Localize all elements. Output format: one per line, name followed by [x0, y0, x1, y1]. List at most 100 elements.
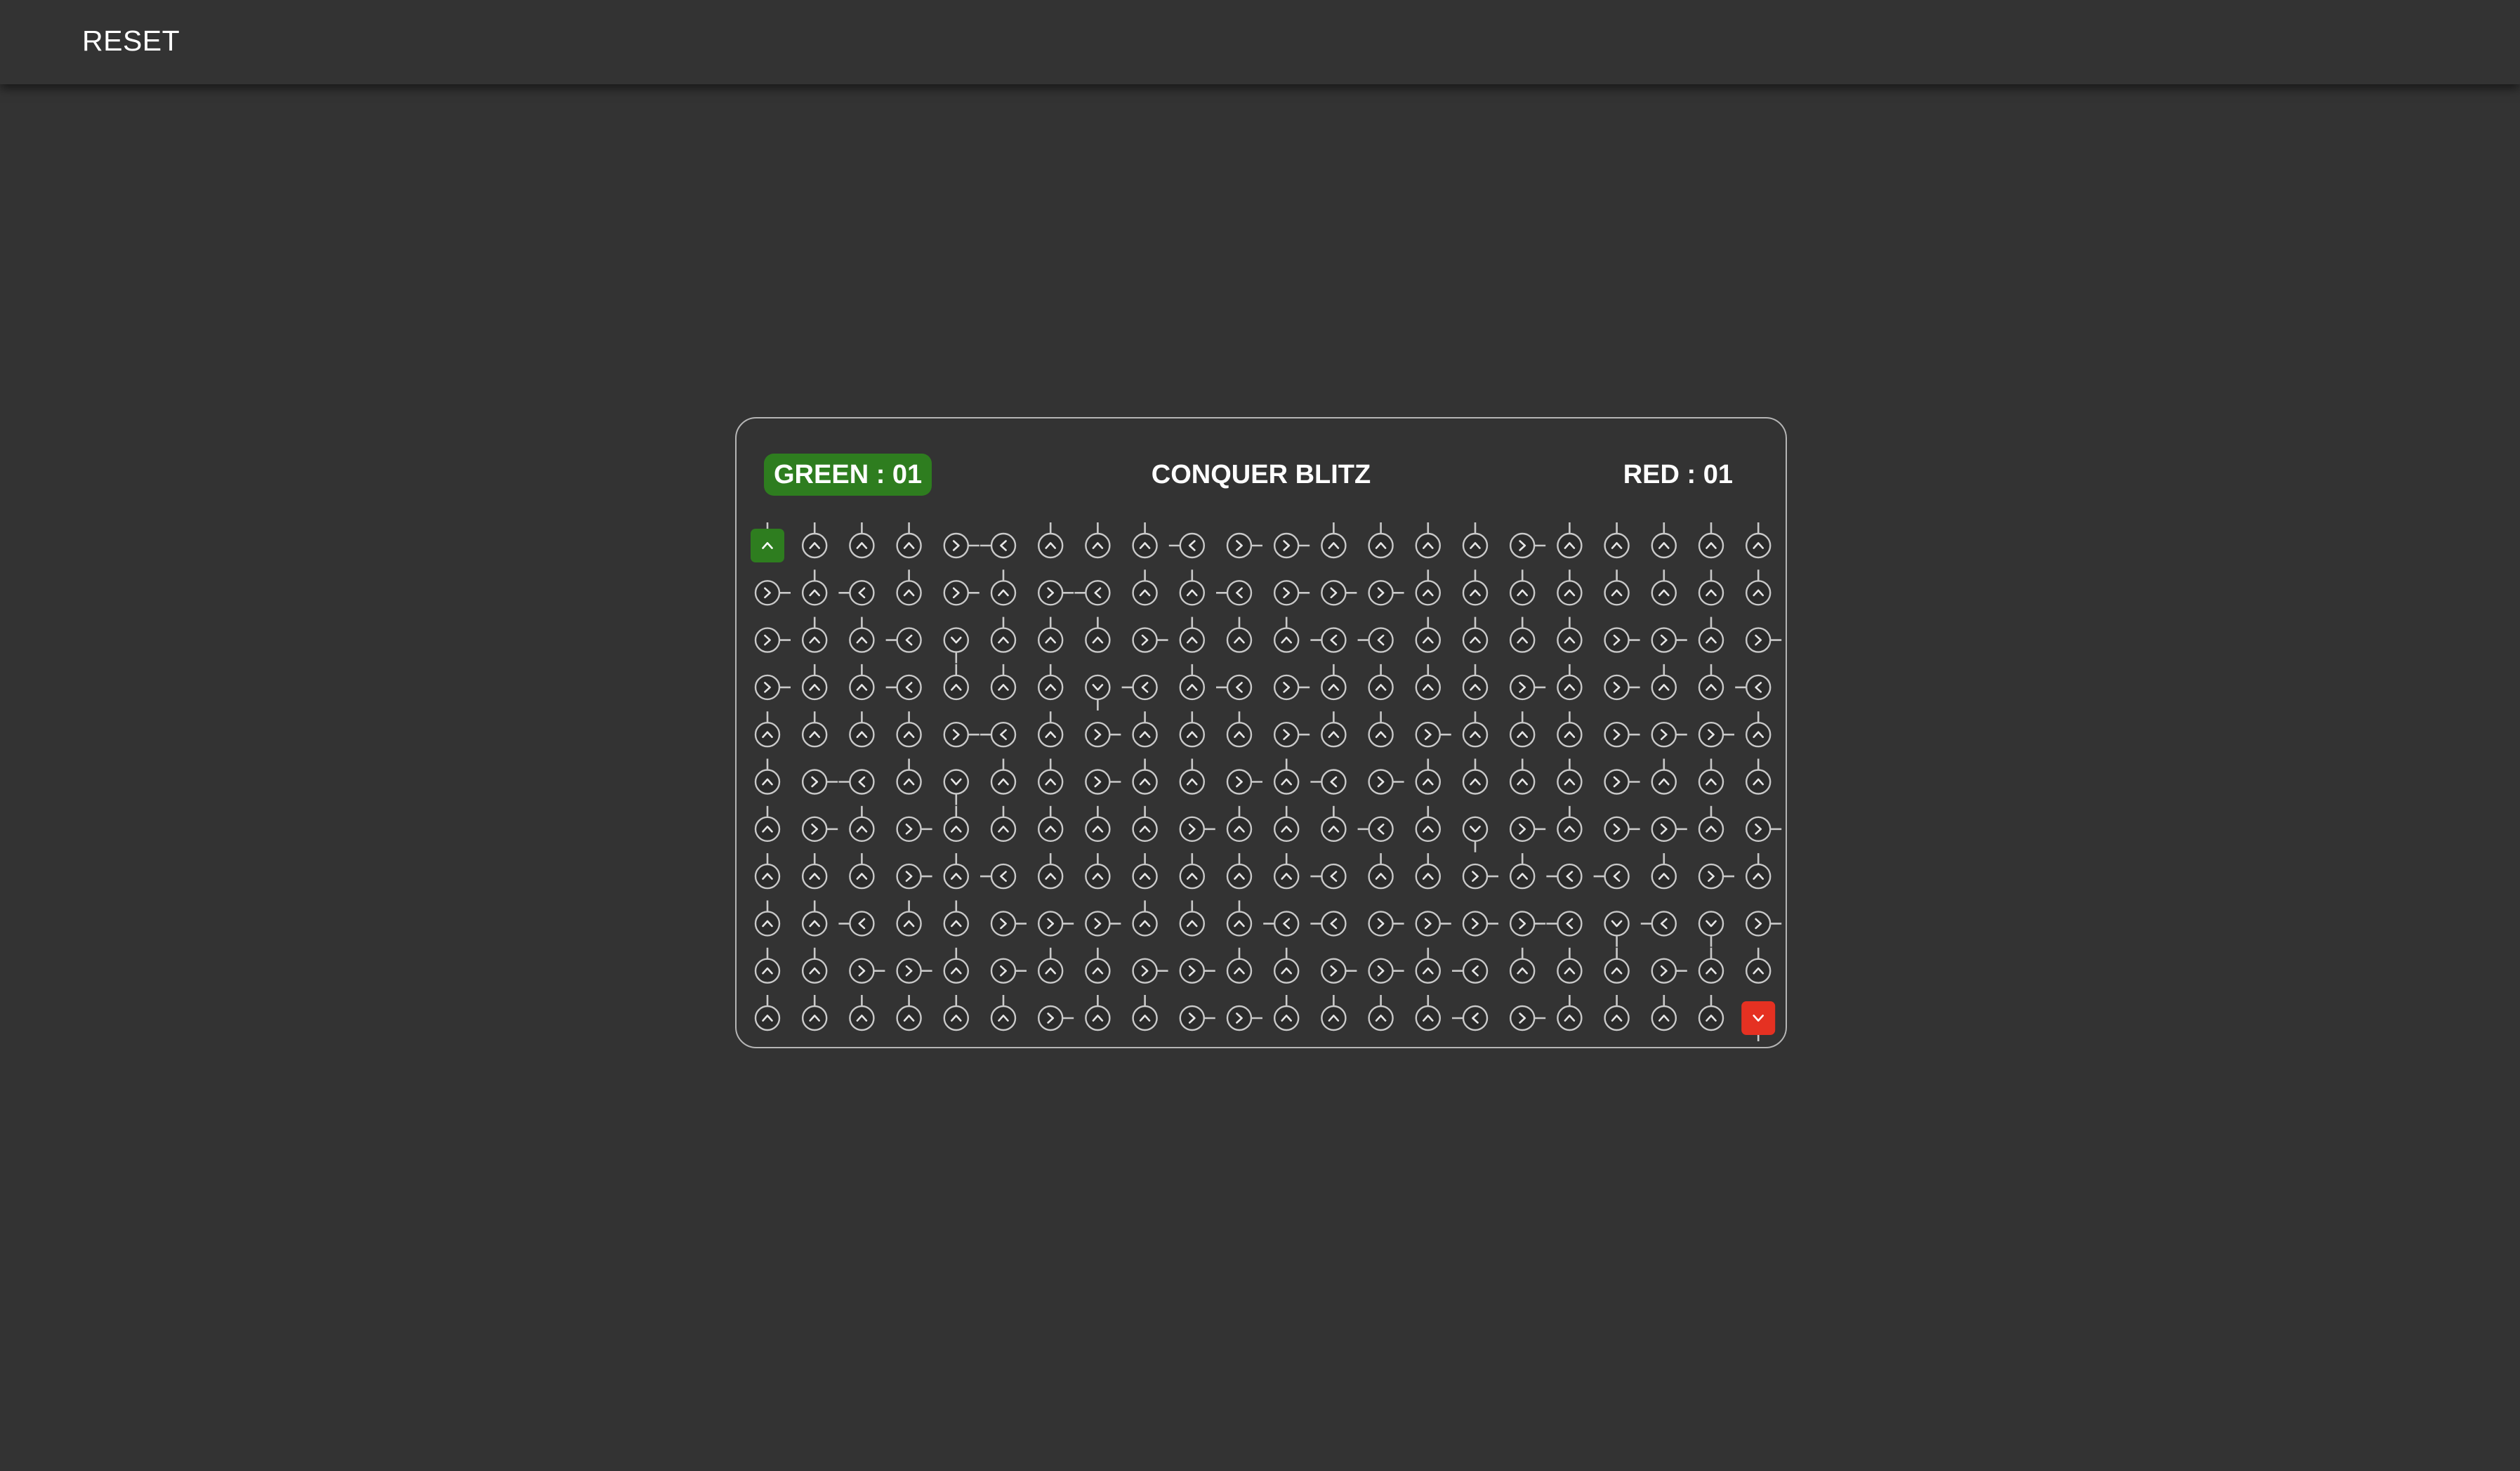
board-node[interactable]: [1604, 1005, 1630, 1031]
board-node[interactable]: [754, 816, 781, 842]
board-node[interactable]: [1415, 769, 1441, 795]
board-node[interactable]: [943, 532, 969, 559]
board-node[interactable]: [1038, 580, 1064, 606]
board-node[interactable]: [1132, 532, 1158, 559]
board-node[interactable]: [1038, 674, 1064, 701]
board-node[interactable]: [1698, 816, 1724, 842]
board-node[interactable]: [849, 911, 875, 937]
board-node[interactable]: [1745, 863, 1772, 890]
board-node[interactable]: [1557, 911, 1583, 937]
board-node[interactable]: [1509, 769, 1536, 795]
board-node[interactable]: [1132, 722, 1158, 748]
board-node[interactable]: [1179, 674, 1205, 701]
board-node[interactable]: [1368, 769, 1394, 795]
board-node[interactable]: [1038, 627, 1064, 653]
board-node[interactable]: [754, 769, 781, 795]
board-node[interactable]: [1274, 911, 1300, 937]
board-node[interactable]: [1604, 911, 1630, 937]
board-node[interactable]: [896, 958, 922, 984]
board-node[interactable]: [1085, 816, 1111, 842]
board-node[interactable]: [1745, 532, 1772, 559]
board-node[interactable]: [1415, 532, 1441, 559]
board-node[interactable]: [1321, 627, 1347, 653]
board-node[interactable]: [1038, 1005, 1064, 1031]
board-node[interactable]: [1132, 816, 1158, 842]
board-node[interactable]: [1274, 1005, 1300, 1031]
board-node[interactable]: [1179, 958, 1205, 984]
board-node[interactable]: [1038, 532, 1064, 559]
board-node[interactable]: [1085, 958, 1111, 984]
board-node[interactable]: [1132, 580, 1158, 606]
board-node[interactable]: [943, 722, 969, 748]
board-node[interactable]: [1085, 1005, 1111, 1031]
board-node[interactable]: [896, 674, 922, 701]
board-node[interactable]: [1462, 816, 1489, 842]
board-node[interactable]: [1368, 627, 1394, 653]
board-node[interactable]: [1321, 1005, 1347, 1031]
board-node[interactable]: [1557, 769, 1583, 795]
board-node[interactable]: [943, 674, 969, 701]
board-node[interactable]: [1462, 958, 1489, 984]
board-node[interactable]: [896, 580, 922, 606]
board-node[interactable]: [943, 627, 969, 653]
board-node[interactable]: [1132, 627, 1158, 653]
board-node[interactable]: [1274, 816, 1300, 842]
board-node[interactable]: [1038, 769, 1064, 795]
board-node[interactable]: [1274, 863, 1300, 890]
board-node[interactable]: [1179, 722, 1205, 748]
board-node[interactable]: [801, 627, 828, 653]
board-node[interactable]: [1462, 532, 1489, 559]
board-node[interactable]: [1179, 1005, 1205, 1031]
board-node[interactable]: [1604, 816, 1630, 842]
board-node[interactable]: [990, 722, 1017, 748]
board-node[interactable]: [1415, 580, 1441, 606]
board-node[interactable]: [801, 769, 828, 795]
board-node[interactable]: [1745, 769, 1772, 795]
board-node[interactable]: [849, 580, 875, 606]
board-node[interactable]: [801, 532, 828, 559]
board-node[interactable]: [801, 580, 828, 606]
board-node[interactable]: [1368, 958, 1394, 984]
board-node[interactable]: [896, 627, 922, 653]
board-node[interactable]: [1226, 674, 1253, 701]
board-node[interactable]: [896, 863, 922, 890]
board-node[interactable]: [1557, 627, 1583, 653]
board-node[interactable]: [1651, 769, 1677, 795]
board-node[interactable]: [1368, 1005, 1394, 1031]
board-node[interactable]: [1698, 580, 1724, 606]
board-node[interactable]: [1415, 627, 1441, 653]
board-node[interactable]: [1698, 958, 1724, 984]
board-node[interactable]: [1321, 958, 1347, 984]
board-node[interactable]: [943, 580, 969, 606]
board-node[interactable]: [1085, 532, 1111, 559]
board-node[interactable]: [1557, 674, 1583, 701]
board-node[interactable]: [1604, 769, 1630, 795]
board-node[interactable]: [1132, 958, 1158, 984]
board-node[interactable]: [1226, 958, 1253, 984]
board-node[interactable]: [1132, 1005, 1158, 1031]
board-node[interactable]: [1651, 627, 1677, 653]
board-node[interactable]: [990, 816, 1017, 842]
board-node[interactable]: [1651, 863, 1677, 890]
board-node[interactable]: [1085, 863, 1111, 890]
board-node[interactable]: [1509, 532, 1536, 559]
board-node[interactable]: [1604, 580, 1630, 606]
board-node[interactable]: [1085, 674, 1111, 701]
board-node[interactable]: [1321, 769, 1347, 795]
board-node[interactable]: [1604, 958, 1630, 984]
board-node[interactable]: [990, 769, 1017, 795]
board-node[interactable]: [1274, 674, 1300, 701]
board-node[interactable]: [1321, 722, 1347, 748]
board-node[interactable]: [990, 958, 1017, 984]
board-node[interactable]: [1604, 532, 1630, 559]
board-node[interactable]: [1462, 627, 1489, 653]
board-node[interactable]: [1368, 722, 1394, 748]
board-node[interactable]: [1415, 816, 1441, 842]
board-node[interactable]: [1557, 580, 1583, 606]
board-node[interactable]: [1274, 722, 1300, 748]
board-node[interactable]: [1745, 627, 1772, 653]
board-node[interactable]: [1509, 627, 1536, 653]
board-node[interactable]: [1509, 1005, 1536, 1031]
board-node[interactable]: [1462, 722, 1489, 748]
board-node[interactable]: [1415, 863, 1441, 890]
